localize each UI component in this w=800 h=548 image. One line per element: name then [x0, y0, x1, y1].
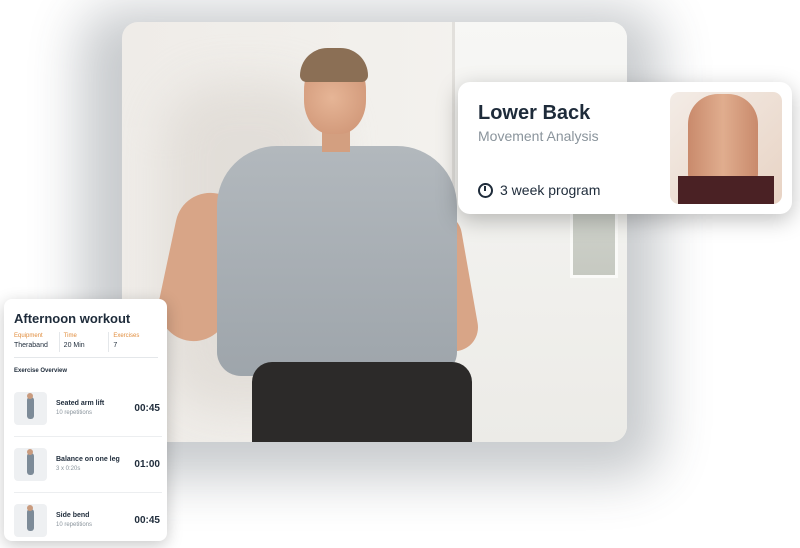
exercise-name: Side bend [56, 512, 90, 519]
exercise-list: Seated arm lift 10 repetitions 00:45 Bal… [14, 381, 162, 548]
stat-time: Time 20 Min [58, 332, 109, 352]
stat-value: 20 Min [63, 342, 85, 349]
exercise-item[interactable]: Side bend 10 repetitions 00:45 [14, 493, 162, 548]
shirt [217, 146, 457, 376]
stat-label: Equipment [14, 333, 43, 339]
workout-card[interactable]: Afternoon workout Equipment Theraband Ti… [4, 299, 167, 541]
stat-label: Time [63, 333, 77, 339]
lower-back-thumbnail [670, 92, 782, 204]
program-title: Lower Back [478, 102, 591, 124]
stat-value: 7 [113, 342, 118, 349]
stat-exercises: Exercises 7 [108, 332, 158, 352]
exercise-detail: 10 repetitions [56, 410, 93, 416]
back-figure [688, 94, 758, 184]
exercise-item[interactable]: Balance on one leg 3 x 0:20s 01:00 [14, 437, 162, 493]
workout-title: Afternoon workout [14, 311, 131, 326]
workout-stats: Equipment Theraband Time 20 Min Exercise… [14, 332, 158, 352]
divider [14, 357, 158, 358]
clock-icon [478, 182, 493, 198]
exercise-time: 00:45 [134, 515, 160, 526]
exercise-thumbnail [14, 392, 47, 425]
exercise-thumbnail [14, 448, 47, 481]
exercise-time: 01:00 [134, 459, 160, 470]
program-subtitle: Movement Analysis [478, 128, 599, 144]
hair [300, 48, 368, 82]
exercise-detail: 10 repetitions [56, 522, 93, 528]
pants-figure [678, 176, 774, 204]
program-card[interactable]: Lower Back Movement Analysis 3 week prog… [458, 82, 792, 214]
program-duration-label: 3 week program [500, 182, 601, 198]
stat-label: Exercises [113, 333, 140, 339]
exercise-name: Seated arm lift [56, 400, 105, 407]
exercise-thumbnail [14, 504, 47, 537]
exercise-time: 00:45 [134, 403, 160, 414]
exercise-item[interactable]: Seated arm lift 10 repetitions 00:45 [14, 381, 162, 437]
shorts [252, 362, 472, 442]
stat-value: Theraband [14, 342, 48, 349]
program-duration: 3 week program [478, 182, 600, 198]
exercise-name: Balance on one leg [56, 456, 120, 463]
stat-equipment: Equipment Theraband [14, 332, 59, 352]
exercise-detail: 3 x 0:20s [56, 466, 81, 472]
exercise-overview-heading: Exercise Overview [14, 368, 68, 374]
